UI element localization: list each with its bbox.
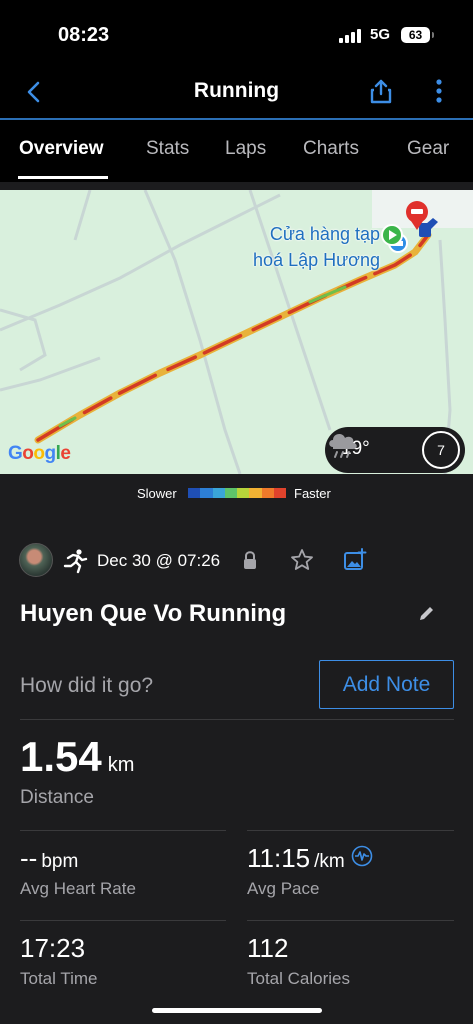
distance-number: 1.54 [20,733,102,780]
cloud-rain-icon [329,434,357,458]
page-title: Running [193,79,280,102]
heart-rate-stat: -- bpm Avg Heart Rate [20,843,136,898]
running-icon [63,549,88,574]
status-time: 08:23 [58,24,110,46]
pace-info-icon[interactable] [351,845,373,867]
signal-icon [339,29,361,43]
distance-label: Distance [20,787,94,808]
network-type: 5G [370,26,391,43]
divider [247,920,454,921]
map-place-label: Cửa hàng tạp [269,224,380,244]
share-icon[interactable] [368,78,394,104]
distance-unit: km [107,754,135,776]
home-indicator [152,1008,322,1013]
more-vertical-icon[interactable] [432,78,446,104]
add-note-button[interactable]: Add Note [319,660,454,709]
tab-charts[interactable]: Charts [303,138,359,160]
tab-active-indicator [18,176,108,179]
pencil-icon[interactable] [417,603,437,623]
legend-faster-label: Faster [294,486,331,501]
legend-swatch-2 [212,488,225,498]
tab-bar: Overview Stats Laps Charts Gear [0,120,473,182]
legend-swatch-4 [237,488,250,498]
legend-swatch-7 [273,488,286,498]
legend-swatch-0 [188,488,201,498]
divider [20,830,226,831]
map-place-label: hoá Lập Hương [253,250,380,270]
activity-meta-row: Dec 30 @ 07:26 [0,542,473,582]
heart-rate-unit: bpm [41,851,79,872]
calories-label: Total Calories [247,969,350,988]
divider [20,920,226,921]
calories-stat: 112 Total Calories [247,933,350,988]
tab-laps[interactable]: Laps [225,138,266,160]
battery-indicator: 63 [401,27,434,43]
legend-swatch-5 [249,488,262,498]
route-map[interactable]: Cửa hàng tạp hoá Lập Hương Google 19° 7 [0,190,473,474]
tab-overview[interactable]: Overview [19,138,104,160]
total-time-value: 17:23 [20,933,86,963]
distance-value: 1.54 km [20,733,134,781]
pace-value: 11:15 [247,843,311,873]
heart-rate-label: Avg Heart Rate [20,879,136,898]
weather-widget: 19° 7 [325,427,465,473]
pace-stat: 11:15/km Avg Pace [247,843,373,898]
divider [20,719,454,720]
nav-bar: Running [0,70,473,118]
avatar[interactable] [19,543,53,577]
tab-gear[interactable]: Gear [407,138,449,160]
pace-label: Avg Pace [247,879,320,898]
star-icon[interactable] [290,548,314,572]
legend-slower-label: Slower [137,486,177,501]
activity-date: Dec 30 @ 07:26 [97,551,221,570]
legend-swatch-3 [224,488,237,498]
legend-swatch-1 [200,488,213,498]
divider [247,830,454,831]
total-time-label: Total Time [20,969,98,988]
pace-legend: Slower Faster [0,484,473,502]
google-attribution: Google [8,443,71,464]
lock-icon[interactable] [241,550,259,572]
pace-unit: /km [314,851,345,872]
legend-color-scale [188,488,286,498]
heart-rate-value: -- [20,843,38,873]
tab-stats[interactable]: Stats [146,138,189,160]
total-time-stat: 17:23 Total Time [20,933,97,988]
wind-indicator: 7 [422,431,460,469]
activity-title: Huyen Que Vo Running [20,600,287,627]
status-bar: 08:23 5G 63 [0,0,473,70]
legend-swatch-6 [261,488,274,498]
add-photo-icon[interactable] [343,548,367,572]
calories-value: 112 [247,933,289,963]
feedback-prompt: How did it go? [20,674,154,697]
